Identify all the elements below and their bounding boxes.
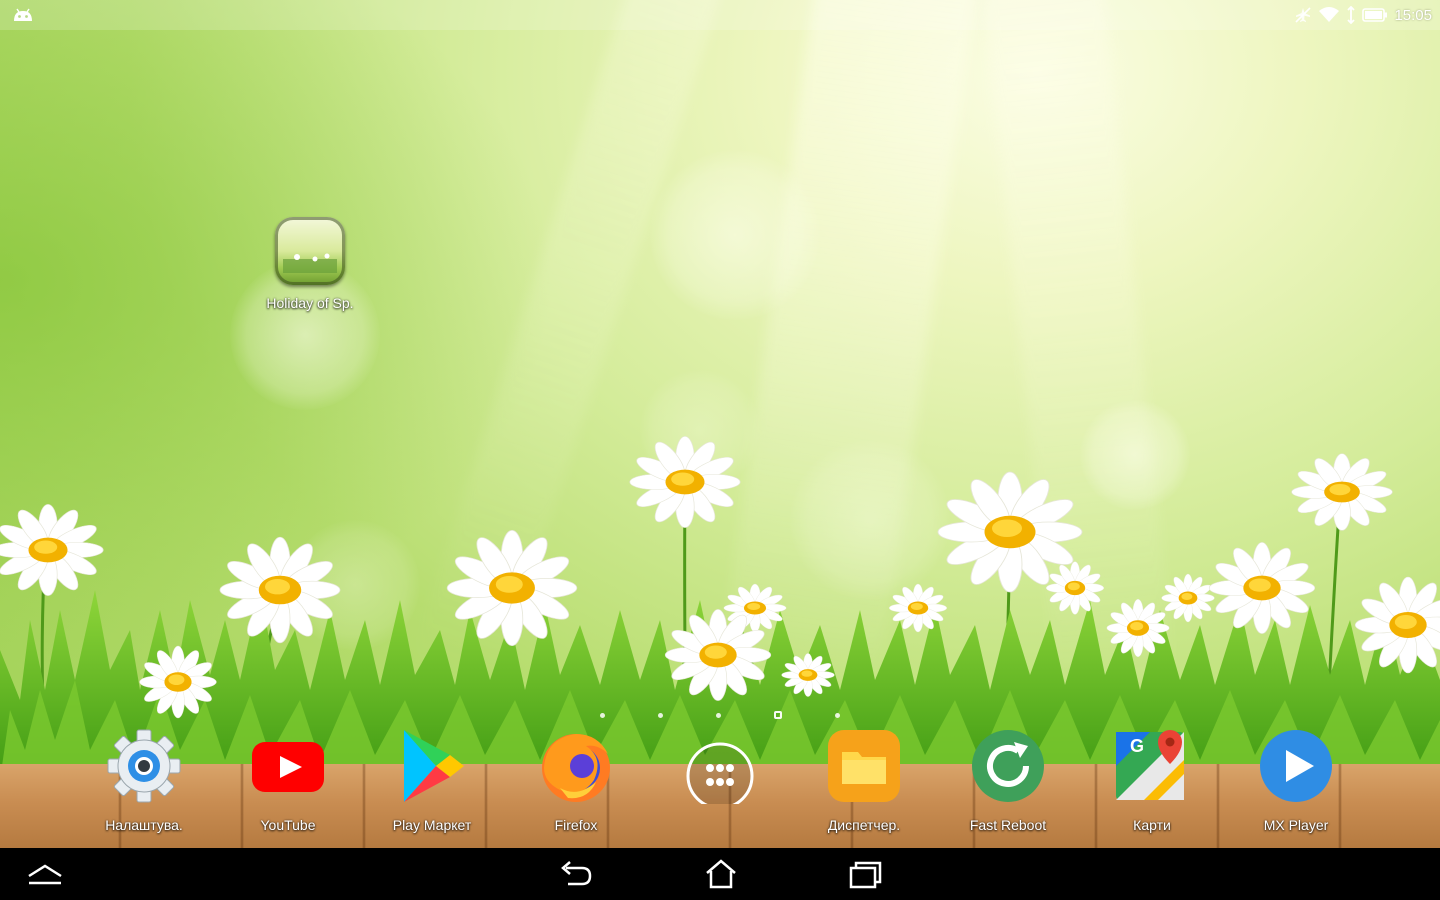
shortcut-label: Holiday of Sp.: [266, 295, 354, 311]
maps-icon: G: [1116, 730, 1184, 800]
mx-player-icon: [1260, 730, 1332, 802]
collapse-icon[interactable]: [25, 858, 65, 890]
dock: Налаштува. YouTube Play Маркет Firefox Д…: [72, 728, 1368, 840]
reboot-icon: [972, 730, 1044, 802]
status-icons: 15:05: [1294, 5, 1432, 25]
wifi-icon: [1319, 7, 1340, 22]
home-icon[interactable]: [701, 858, 741, 890]
battery-icon: [1362, 8, 1388, 22]
dock-label: MX Player: [1263, 817, 1329, 833]
play-store-icon: [404, 730, 464, 802]
youtube-icon: [252, 742, 324, 792]
back-icon[interactable]: [556, 858, 596, 890]
settings-gear-icon: [107, 729, 181, 803]
dock-item-maps[interactable]: G Карти: [1080, 728, 1224, 833]
dock-label: YouTube: [260, 817, 316, 833]
firefox-icon: [542, 734, 610, 802]
desktop-shortcut-holiday[interactable]: Holiday of Sp.: [255, 217, 365, 311]
page-dot[interactable]: [600, 712, 605, 718]
bokeh-circle: [650, 150, 820, 320]
signal-icon: [1347, 6, 1356, 24]
page-dot[interactable]: [716, 712, 721, 718]
svg-text:G: G: [1130, 736, 1144, 756]
dock-item-fast-reboot[interactable]: Fast Reboot: [936, 728, 1080, 833]
dock-item-youtube[interactable]: YouTube: [216, 728, 360, 833]
dock-label: Fast Reboot: [969, 817, 1047, 833]
dock-label: Налаштува.: [105, 817, 183, 833]
dock-item-mx-player[interactable]: MX Player: [1224, 728, 1368, 833]
file-manager-icon: [828, 730, 900, 802]
navigation-bar: [0, 848, 1440, 900]
status-time: 15:05: [1394, 6, 1432, 24]
home-screen: 15:05 Holiday of Sp. Налаштува. YouTube …: [0, 0, 1440, 900]
dock-label: Firefox: [554, 817, 598, 833]
status-bar[interactable]: 15:05: [0, 0, 1440, 30]
grass-and-daisies: [0, 435, 1440, 780]
page-dot-current[interactable]: [774, 711, 782, 719]
dock-item-play-store[interactable]: Play Маркет: [360, 728, 504, 833]
dock-label: Карти: [1133, 817, 1171, 833]
page-indicator[interactable]: [600, 709, 840, 721]
dock-label: Диспетчер.: [827, 817, 901, 833]
daisy-wallpaper-app-icon: [275, 217, 345, 285]
app-drawer-button[interactable]: [648, 728, 792, 817]
android-notification-icon: [14, 8, 32, 21]
dock-label: Play Маркет: [392, 817, 472, 833]
dock-item-file-manager[interactable]: Диспетчер.: [792, 728, 936, 833]
dock-item-settings[interactable]: Налаштува.: [72, 728, 216, 833]
page-dot[interactable]: [835, 712, 840, 718]
page-dot[interactable]: [658, 712, 663, 718]
dock-item-firefox[interactable]: Firefox: [504, 728, 648, 833]
airplane-off-icon: [1295, 7, 1312, 23]
app-drawer-icon: [686, 742, 754, 810]
recents-icon[interactable]: [845, 858, 885, 890]
